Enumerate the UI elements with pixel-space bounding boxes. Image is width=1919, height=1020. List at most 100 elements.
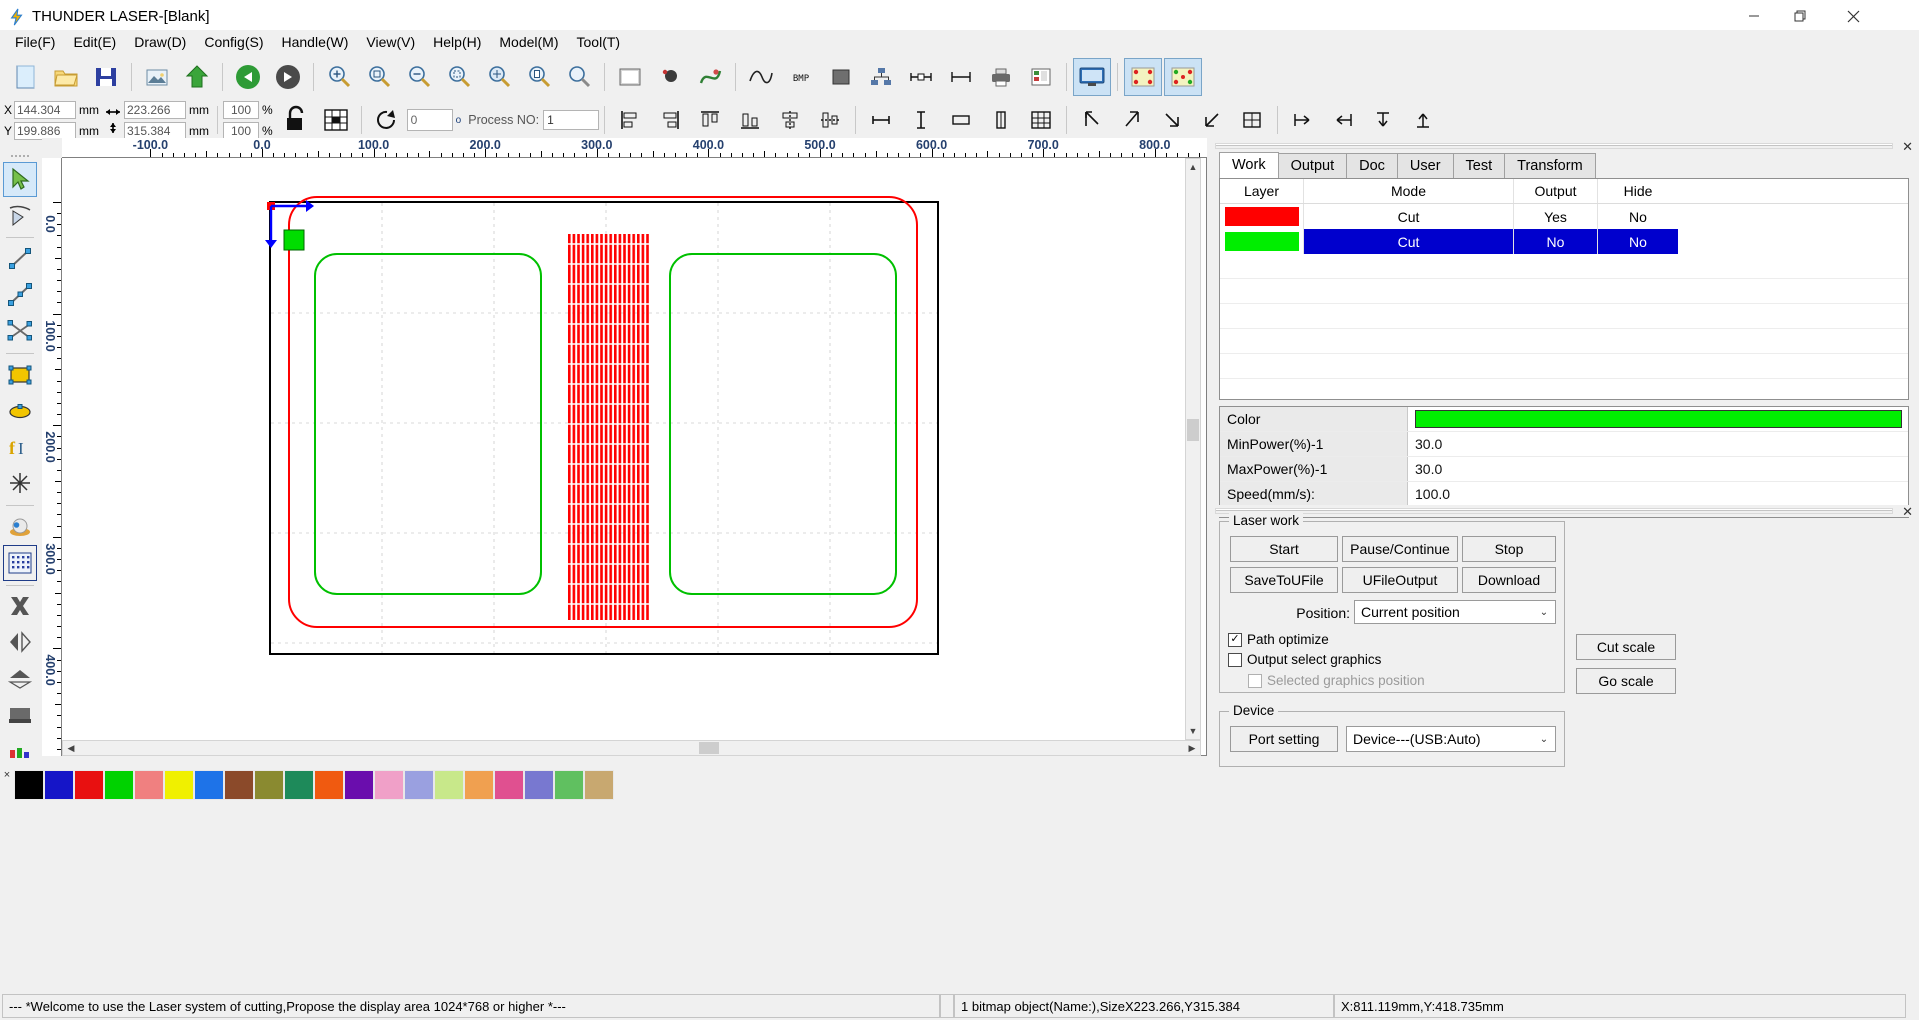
palette-swatch[interactable] [134,770,164,800]
pause-continue-button[interactable]: Pause/Continue [1342,536,1458,562]
dock-grip[interactable] [1215,508,1893,514]
corner-bottom-left-button[interactable] [1193,101,1231,139]
same-height-button[interactable] [902,101,940,139]
preview-button[interactable] [611,58,649,96]
palette-swatches[interactable] [14,770,614,802]
fill-button[interactable] [822,58,860,96]
maximize-button[interactable] [1777,0,1823,32]
palette-swatch[interactable] [104,770,134,800]
layer-output-value[interactable]: No [1514,229,1598,254]
output-select-graphics-checkbox[interactable] [1228,652,1242,667]
array-button[interactable] [862,58,900,96]
scroll-down-arrow[interactable]: ▼ [1186,723,1200,739]
download-button[interactable]: Download [1462,567,1556,593]
save-to-ufile-button[interactable]: SaveToUFile [1230,567,1338,593]
save-file-button[interactable] [87,58,125,96]
layer-mode-value[interactable]: Cut [1304,229,1514,254]
height-arrows-icon[interactable] [104,122,122,134]
palette-button[interactable] [1022,58,1060,96]
layer-table[interactable]: Layer Mode Output Hide Cut Yes No Cut No… [1219,178,1909,400]
property-value[interactable]: 100.0 [1408,482,1908,506]
select-tool[interactable] [3,161,37,197]
menu-item-edit[interactable]: Edit(E) [64,32,125,52]
align-vcenter-button[interactable] [811,101,849,139]
ufile-output-button[interactable]: UFileOutput [1342,567,1458,593]
dist-bottom-button[interactable] [1404,101,1442,139]
print-button[interactable] [982,58,1020,96]
table-row[interactable]: Cut No No [1220,229,1908,254]
width-input[interactable]: 223.266 [124,100,186,119]
trace-button[interactable] [651,58,689,96]
y-position-input[interactable]: 199.886 [14,121,76,140]
property-row-maxpower[interactable]: MaxPower(%)-1 30.0 [1220,457,1908,482]
zoom-all-button[interactable] [560,58,598,96]
zoom-area-button[interactable] [480,58,518,96]
palette-swatch[interactable] [404,770,434,800]
minimize-button[interactable] [1731,0,1777,32]
lock-aspect-button[interactable] [277,101,315,139]
import-button[interactable] [138,58,176,96]
layer-color-chip[interactable] [1415,410,1902,428]
go-scale-button[interactable]: Go scale [1576,668,1676,694]
toolbox-grip[interactable] [6,153,34,160]
vertical-ruler[interactable]: 0.0100.0200.0300.0400.0500.0 [42,158,62,756]
tab-user[interactable]: User [1396,153,1454,178]
palette-swatch[interactable] [224,770,254,800]
palette-swatch[interactable] [44,770,74,800]
align-right-button[interactable] [651,101,689,139]
property-value[interactable]: 30.0 [1408,457,1908,481]
undo-button[interactable] [229,58,267,96]
layer-color-swatch[interactable] [1220,204,1304,229]
ellipse-tool[interactable] [3,393,37,428]
menu-item-config[interactable]: Config(S) [195,32,272,52]
palette-swatch[interactable] [584,770,614,800]
palette-swatch[interactable] [74,770,104,800]
palette-swatch[interactable] [14,770,44,800]
same-h2-button[interactable] [982,101,1020,139]
start-button[interactable]: Start [1230,536,1338,562]
close-button[interactable] [1823,0,1883,32]
mirror-h-tool[interactable] [3,625,37,660]
property-row-minpower[interactable]: MinPower(%)-1 30.0 [1220,432,1908,457]
dots-multi-button[interactable] [1164,58,1202,96]
menu-item-file[interactable]: File(F) [6,32,64,52]
rotate-angle-input[interactable]: 0 [406,109,453,131]
line-tool[interactable] [3,241,37,276]
process-no-input[interactable]: 1 [543,110,600,130]
curve-button[interactable] [742,58,780,96]
text-tool[interactable]: f I [3,430,37,465]
tab-transform[interactable]: Transform [1504,153,1596,178]
palette-swatch[interactable] [434,770,464,800]
height-input[interactable]: 315.384 [124,121,186,140]
palette-swatch[interactable] [314,770,344,800]
layer-color-swatch[interactable] [1220,229,1304,254]
tab-output[interactable]: Output [1277,153,1348,178]
delete-tool[interactable] [3,589,37,624]
palette-swatch[interactable] [464,770,494,800]
dock-close-icon[interactable]: ✕ [1902,139,1913,155]
path-optimize-checkbox-row[interactable]: ✓ Path optimize [1228,632,1329,647]
bitmap-button[interactable]: BMP [782,58,820,96]
tab-work[interactable]: Work [1219,152,1279,178]
palette-swatch[interactable] [344,770,374,800]
layer-hide-value[interactable]: No [1598,229,1678,254]
palette-swatch[interactable] [374,770,404,800]
same-width-button[interactable] [862,101,900,139]
palette-swatch[interactable] [194,770,224,800]
layer-mode-value[interactable]: Cut [1304,204,1514,229]
scale-x-input[interactable]: 100 [223,100,259,119]
path-optimize-checkbox[interactable]: ✓ [1228,632,1242,647]
scroll-up-arrow[interactable]: ▲ [1186,159,1200,175]
stop-button[interactable]: Stop [1462,536,1556,562]
horizontal-ruler[interactable]: -100.0 0.0 100.0 200.0 300.0 400.0 500.0 600.0 7… [62,138,1207,158]
rectangle-tool[interactable] [3,357,37,392]
zoom-page-button[interactable] [520,58,558,96]
layer-properties-table[interactable]: Color MinPower(%)-1 30.0 MaxPower(%)-1 3… [1219,406,1909,518]
tab-doc[interactable]: Doc [1346,153,1398,178]
layer-output-value[interactable]: Yes [1514,204,1598,229]
mirror-v-tool[interactable] [3,661,37,696]
design-canvas[interactable] [62,158,1207,756]
property-row-speed[interactable]: Speed(mm/s): 100.0 [1220,482,1908,507]
menu-item-view[interactable]: View(V) [357,32,424,52]
palette-swatch[interactable] [554,770,584,800]
